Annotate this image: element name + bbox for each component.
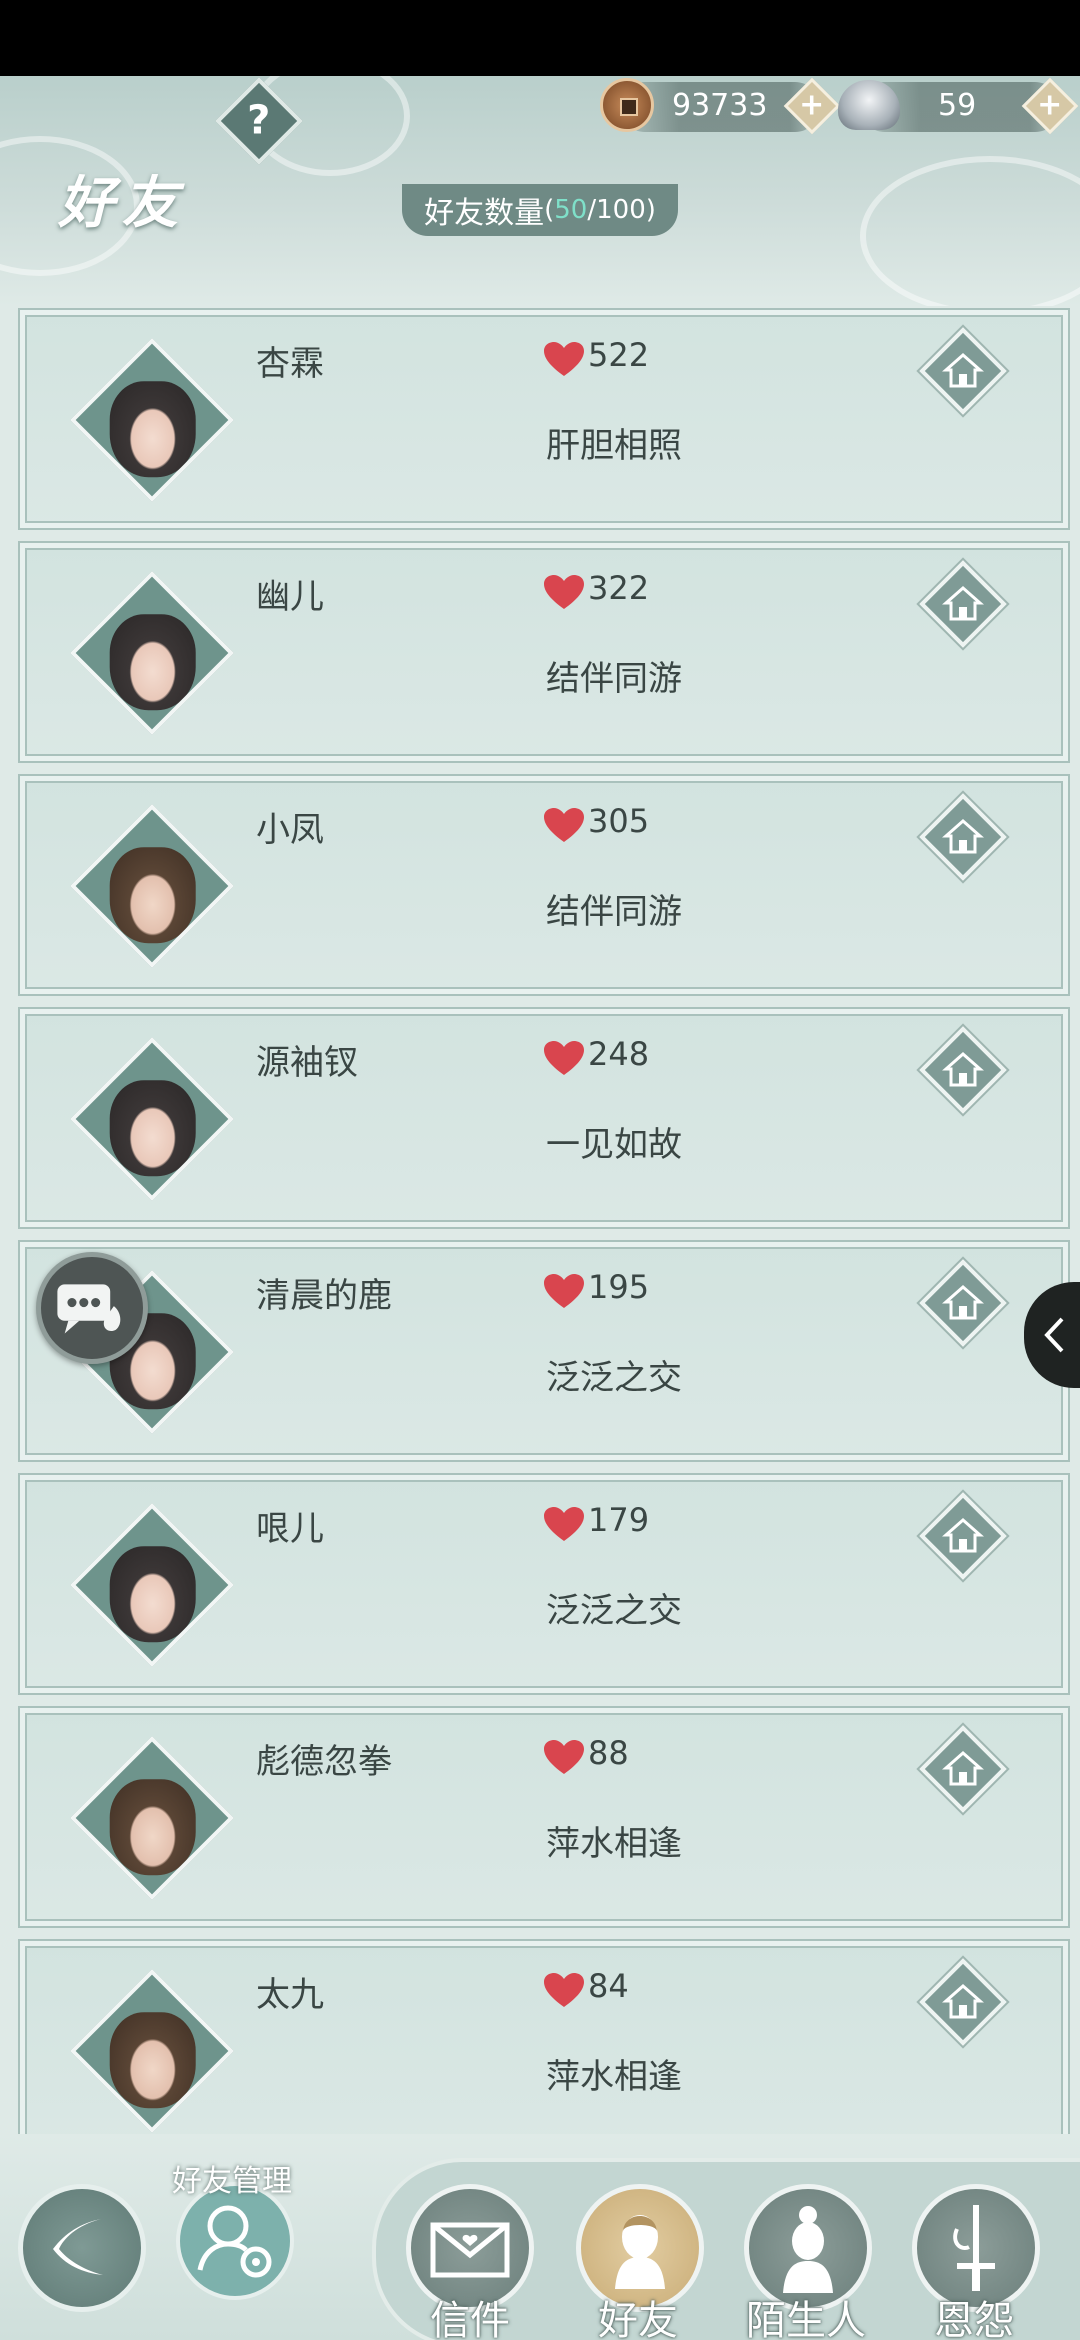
affinity-value: 248 (588, 1035, 650, 1073)
page-title: 好友 (58, 170, 186, 236)
friend-avatar[interactable] (69, 1968, 235, 2134)
coin-amount: 93733 (672, 88, 768, 123)
bottom-nav: 信件 好友 陌生人 恩怨 (0, 2134, 1080, 2340)
friend-name: 小凤 (256, 810, 324, 850)
friend-avatar[interactable] (69, 337, 235, 503)
visit-home-button[interactable] (919, 327, 1007, 415)
visit-home-button[interactable] (919, 1492, 1007, 1580)
friend-card[interactable]: 幽儿 322 结伴同游 (18, 541, 1070, 763)
friend-card[interactable]: 清晨的鹿 195 泛泛之交 (18, 1240, 1070, 1462)
home-icon (942, 1051, 984, 1087)
chat-bubble-icon (57, 1284, 121, 1334)
heart-icon (544, 808, 584, 842)
relation-level: 泛泛之交 (546, 1358, 682, 1398)
friend-avatar[interactable] (69, 1735, 235, 1901)
heart-icon (544, 342, 584, 376)
silver-amount: 59 (938, 88, 977, 123)
friend-name: 彪德忽拳 (256, 1742, 392, 1782)
back-arrow-icon (53, 2219, 103, 2275)
friend-name: 幽儿 (256, 577, 324, 617)
home-icon (942, 1750, 984, 1786)
visit-home-button[interactable] (919, 793, 1007, 881)
friend-avatar[interactable] (69, 1502, 235, 1668)
home-icon (942, 352, 984, 388)
friend-name: 太九 (256, 1975, 324, 2015)
friend-avatar[interactable] (69, 803, 235, 969)
friend-card[interactable]: 哏儿 179 泛泛之交 (18, 1473, 1070, 1695)
home-icon (942, 585, 984, 621)
tab-strangers-label: 陌生人 (746, 2298, 866, 2340)
friend-count-badge: 好友数量 (50/100) (402, 184, 678, 236)
friend-card[interactable]: 太九 84 萍水相逢 (18, 1939, 1070, 2134)
heart-icon (544, 575, 584, 609)
heart-icon (544, 1274, 584, 1308)
visit-home-button[interactable] (919, 1259, 1007, 1347)
relation-level: 萍水相逢 (546, 2057, 682, 2097)
tab-grudges-label: 恩怨 (934, 2298, 1014, 2340)
home-icon (942, 818, 984, 854)
friend-name: 杏霖 (256, 344, 324, 384)
relation-level: 肝胆相照 (546, 426, 682, 466)
affinity-value: 84 (588, 1967, 629, 2005)
relation-level: 泛泛之交 (546, 1591, 682, 1631)
relation-level: 结伴同游 (546, 659, 682, 699)
copper-coin-icon (600, 78, 654, 132)
silver-ingot-icon (838, 80, 900, 130)
friend-count-label: 好友数量 (424, 196, 545, 231)
visit-home-button[interactable] (919, 1958, 1007, 2046)
plus-icon: + (1037, 87, 1063, 123)
visit-home-button[interactable] (919, 1725, 1007, 1813)
home-icon (942, 1517, 984, 1553)
affinity-value: 322 (588, 569, 650, 607)
friend-count-max: /100 (587, 195, 646, 225)
relation-level: 结伴同游 (546, 892, 682, 932)
relation-level: 一见如故 (546, 1125, 682, 1165)
friend-card[interactable]: 杏霖 522 肝胆相照 (18, 308, 1070, 530)
affinity-value: 305 (588, 802, 650, 840)
visit-home-button[interactable] (919, 560, 1007, 648)
heart-icon (544, 1740, 584, 1774)
friend-name: 源袖钗 (256, 1043, 358, 1083)
back-button[interactable] (18, 2184, 146, 2312)
friend-management-label: 好友管理 (172, 2164, 292, 2199)
tab-friends-label: 好友 (598, 2298, 678, 2340)
home-icon (942, 1983, 984, 2019)
affinity-value: 179 (588, 1501, 650, 1539)
user-settings-icon (197, 2205, 272, 2278)
question-icon: ? (247, 97, 271, 144)
floating-chat-button[interactable] (36, 1252, 148, 1364)
friend-avatar[interactable] (69, 570, 235, 736)
visit-home-button[interactable] (919, 1026, 1007, 1114)
friend-card[interactable]: 小凤 305 结伴同游 (18, 774, 1070, 996)
heart-icon (544, 1041, 584, 1075)
heart-icon (544, 1507, 584, 1541)
friend-card[interactable]: 彪德忽拳 88 萍水相逢 (18, 1706, 1070, 1928)
plus-icon: + (799, 87, 825, 123)
heart-icon (544, 1973, 584, 2007)
friend-name: 清晨的鹿 (256, 1276, 392, 1316)
relation-level: 萍水相逢 (546, 1824, 682, 1864)
friend-list[interactable]: 杏霖 522 肝胆相照 幽儿 322 结伴同游 小凤 305 结伴同游 源袖钗 … (18, 308, 1070, 2134)
home-icon (942, 1284, 984, 1320)
friend-name: 哏儿 (256, 1509, 324, 1549)
status-bar (0, 0, 1080, 76)
friend-avatar[interactable] (69, 1036, 235, 1202)
affinity-value: 195 (588, 1268, 650, 1306)
friend-card[interactable]: 源袖钗 248 一见如故 (18, 1007, 1070, 1229)
affinity-value: 88 (588, 1734, 629, 1772)
tab-mail-label: 信件 (430, 2298, 510, 2340)
friend-count-current: 50 (554, 195, 588, 225)
chevron-left-icon (1044, 1317, 1064, 1353)
affinity-value: 522 (588, 336, 650, 374)
